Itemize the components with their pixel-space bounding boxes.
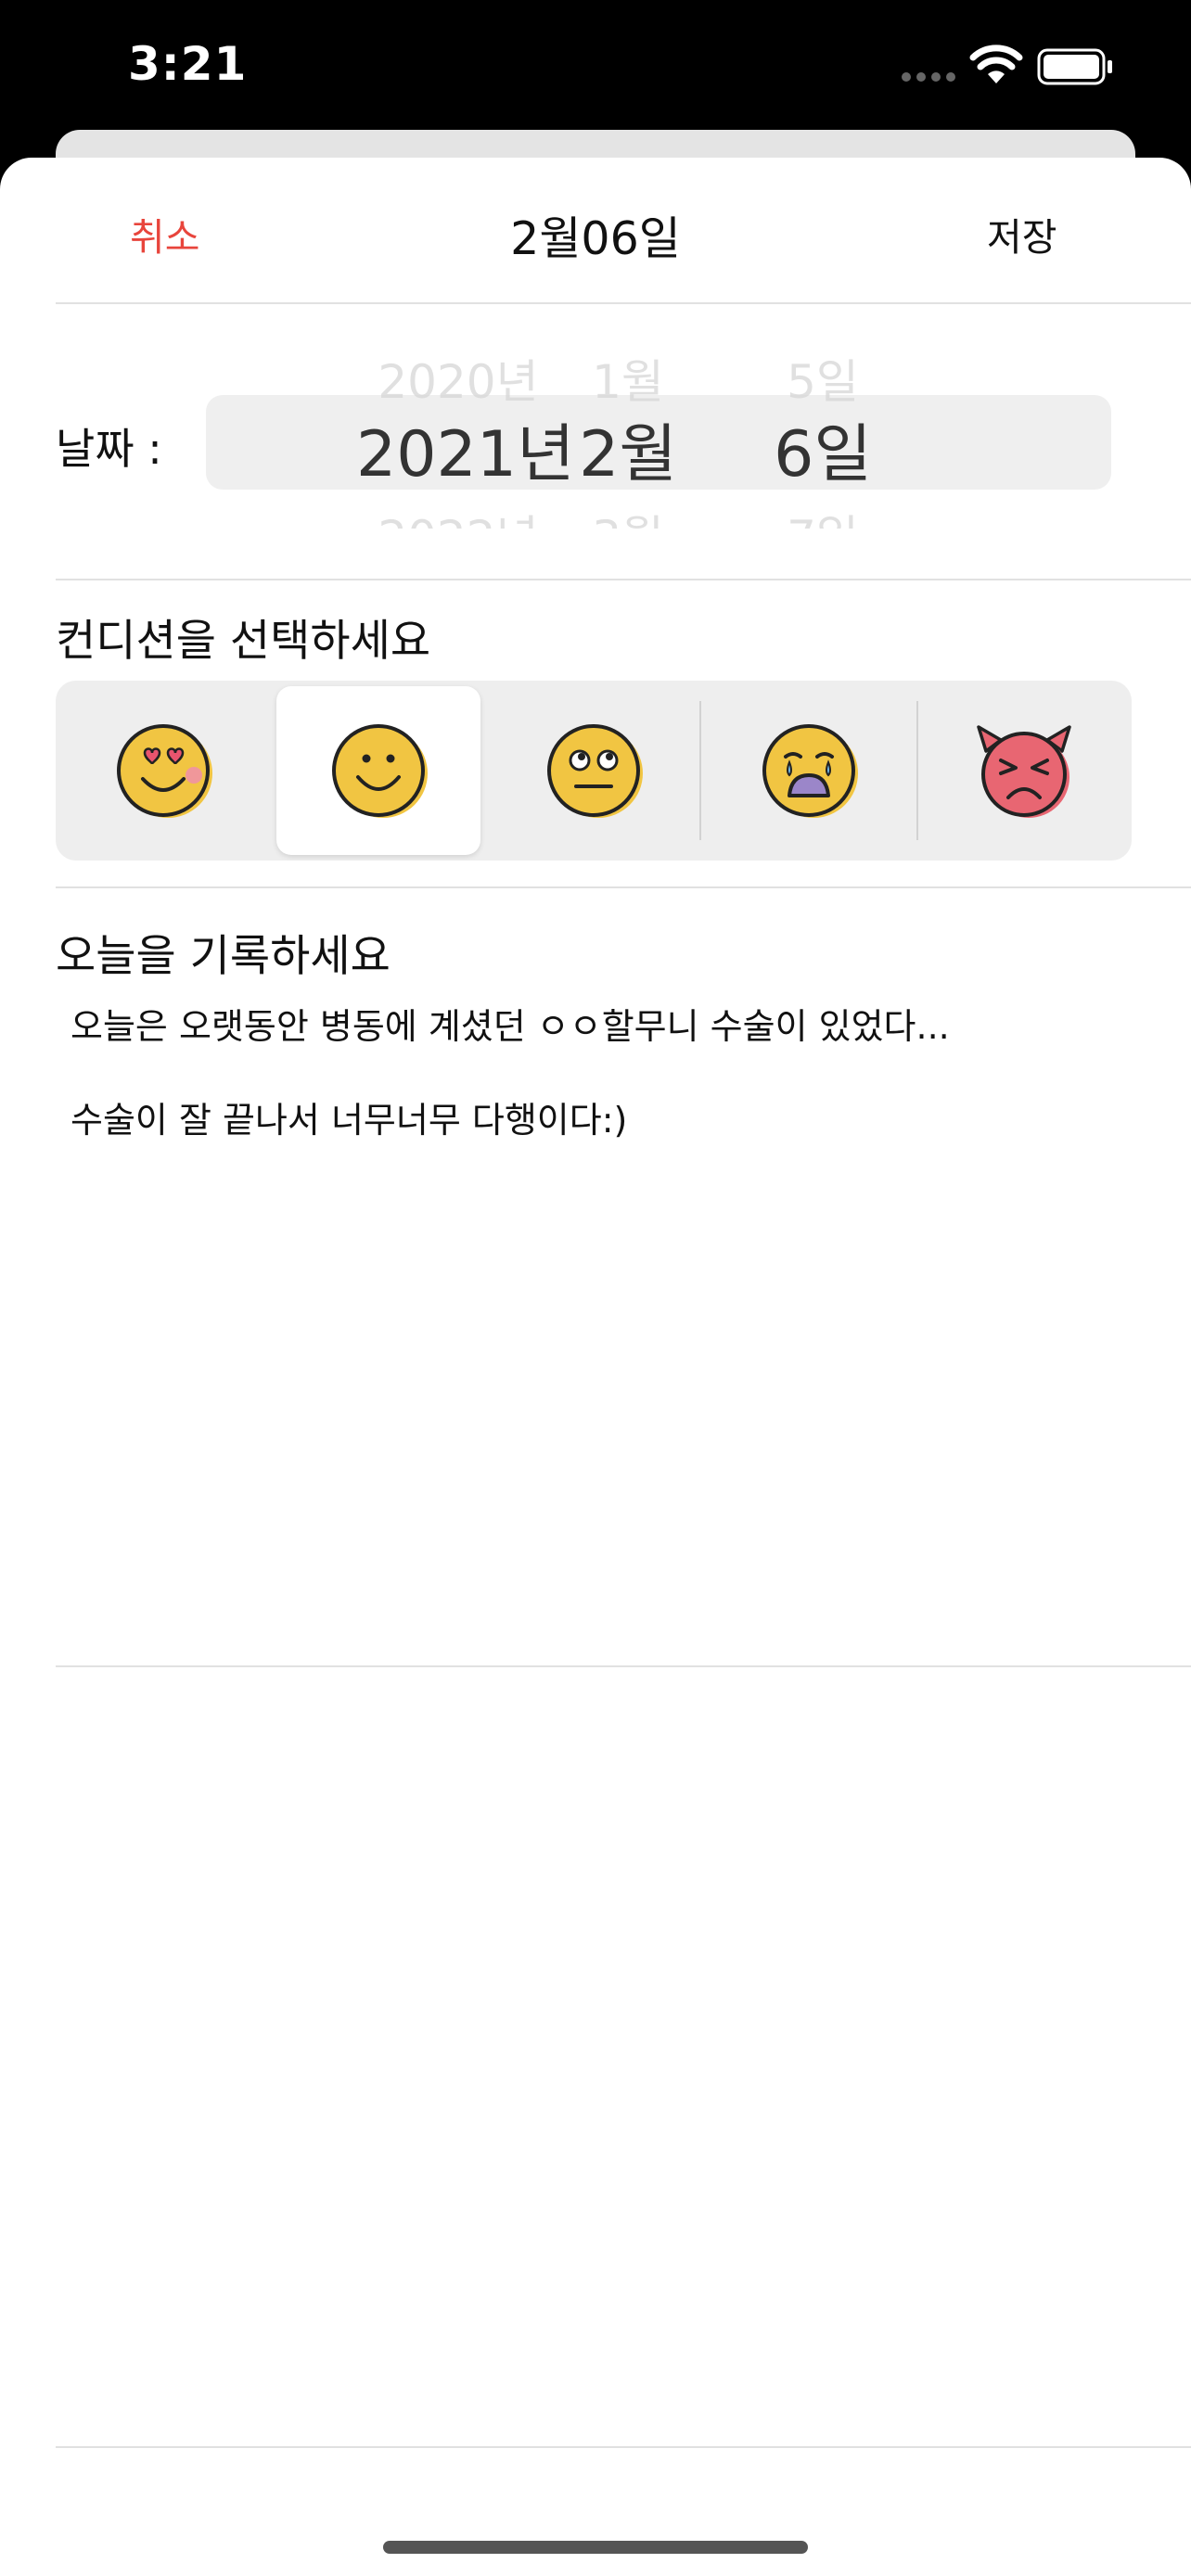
condition-option-neutral[interactable] xyxy=(492,686,696,855)
angry-devil-face-icon xyxy=(977,725,1071,818)
date-divider xyxy=(56,579,1191,580)
record-title: 오늘을 기록하세요 xyxy=(56,931,391,982)
date-picker[interactable]: 2020년 1월 5일 2021년 2월 6일 2022년 3월 7일 xyxy=(206,343,1111,529)
diary-text-area[interactable]: 오늘은 오랫동안 병동에 계셨던 ㅇㅇ할무니 수술이 있었다... 수술이 잘 … xyxy=(70,1003,1128,1191)
wifi-icon xyxy=(969,45,1023,83)
picker-month[interactable]: 2월 xyxy=(577,402,679,494)
picker-day-next[interactable]: 7일 xyxy=(762,501,883,529)
bottom-divider xyxy=(56,2446,1191,2448)
home-indicator[interactable] xyxy=(383,2541,808,2554)
segment-separator xyxy=(699,701,701,840)
cellular-signal-icon xyxy=(902,72,955,82)
picker-year-next[interactable]: 2022년 xyxy=(356,501,560,529)
save-button[interactable]: 저장 xyxy=(987,206,1057,261)
segment-separator xyxy=(916,701,918,840)
diary-line: 오늘은 오랫동안 병동에 계셨던 ㅇㅇ할무니 수술이 있었다... xyxy=(70,1006,950,1047)
crying-face-icon xyxy=(762,724,858,818)
screen: 3:21 취소 2월06일 저장 날짜 : 2020년 1월 5일 2021년 … xyxy=(0,0,1191,2576)
diary-entry-sheet: 취소 2월06일 저장 날짜 : 2020년 1월 5일 2021년 2월 6일… xyxy=(0,158,1191,2576)
condition-option-love[interactable] xyxy=(61,686,265,855)
condition-option-happy[interactable] xyxy=(276,686,480,855)
condition-option-angry[interactable] xyxy=(922,686,1126,855)
picker-year[interactable]: 2021년 xyxy=(356,402,575,494)
heart-eyes-face-icon xyxy=(117,724,212,818)
neutral-face-icon xyxy=(547,724,643,818)
status-time: 3:21 xyxy=(128,37,248,91)
picker-month-next[interactable]: 3월 xyxy=(577,501,679,529)
text-area-divider xyxy=(56,1665,1191,1667)
picker-day[interactable]: 6일 xyxy=(762,402,883,494)
diary-line: 수술이 잘 끝나서 너무너무 다행이다:) xyxy=(70,1100,628,1141)
battery-icon xyxy=(1037,48,1112,85)
condition-option-sad[interactable] xyxy=(707,686,911,855)
smiling-face-icon xyxy=(332,724,428,818)
condition-selector xyxy=(56,681,1132,861)
date-label: 날짜 : xyxy=(56,424,162,474)
condition-title: 컨디션을 선택하세요 xyxy=(56,616,431,667)
header-divider xyxy=(56,302,1191,304)
status-bar: 3:21 xyxy=(0,0,1191,130)
condition-divider xyxy=(56,886,1191,888)
